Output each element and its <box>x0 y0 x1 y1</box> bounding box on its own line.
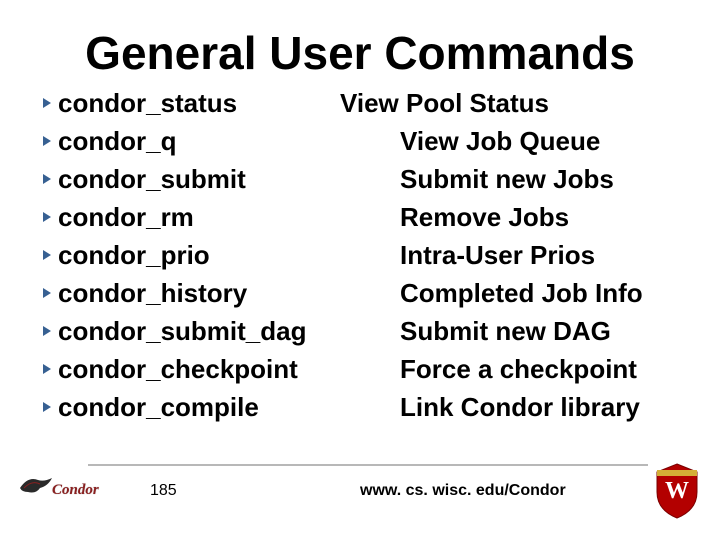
slide: General User Commands condor_status View … <box>0 0 720 540</box>
chevron-right-icon <box>40 134 58 148</box>
list-item: condor_submit Submit new Jobs <box>40 160 680 198</box>
list-item: condor_history Completed Job Info <box>40 274 680 312</box>
condor-logo-text: Condor <box>52 482 99 499</box>
command-description: Force a checkpoint <box>400 354 637 385</box>
svg-text:W: W <box>665 478 689 504</box>
chevron-right-icon <box>40 400 58 414</box>
bird-icon <box>18 474 54 498</box>
command-name: condor_prio <box>58 240 210 271</box>
slide-title: General User Commands <box>0 26 720 80</box>
command-name: condor_compile <box>58 392 259 423</box>
command-description: Link Condor library <box>400 392 640 423</box>
chevron-right-icon <box>40 210 58 224</box>
command-name: condor_submit <box>58 164 246 195</box>
chevron-right-icon <box>40 324 58 338</box>
command-description: Submit new Jobs <box>400 164 614 195</box>
chevron-right-icon <box>40 96 58 110</box>
command-description: Remove Jobs <box>400 202 569 233</box>
footer-url: www. cs. wisc. edu/Condor <box>360 482 566 500</box>
command-description: Completed Job Info <box>400 278 643 309</box>
command-name: condor_submit_dag <box>58 316 306 347</box>
chevron-right-icon <box>40 248 58 262</box>
command-name: condor_checkpoint <box>58 354 298 385</box>
chevron-right-icon <box>40 286 58 300</box>
list-item: condor_rm Remove Jobs <box>40 198 680 236</box>
list-item: condor_status View Pool Status <box>40 84 680 122</box>
command-name: condor_q <box>58 126 176 157</box>
chevron-right-icon <box>40 362 58 376</box>
wisconsin-crest-icon: W <box>652 462 702 520</box>
list-item: condor_compile Link Condor library <box>40 388 680 426</box>
command-name: condor_history <box>58 278 247 309</box>
page-number: 185 <box>150 482 177 500</box>
list-item: condor_prio Intra-User Prios <box>40 236 680 274</box>
list-item: condor_checkpoint Force a checkpoint <box>40 350 680 388</box>
list-item: condor_submit_dag Submit new DAG <box>40 312 680 350</box>
command-name: condor_rm <box>58 202 194 233</box>
command-description: View Pool Status <box>340 88 549 119</box>
command-description: Submit new DAG <box>400 316 611 347</box>
divider <box>88 464 648 466</box>
command-description: View Job Queue <box>400 126 600 157</box>
command-list: condor_status View Pool Status condor_q Vie… <box>40 84 680 426</box>
chevron-right-icon <box>40 172 58 186</box>
list-item: condor_q View Job Queue <box>40 122 680 160</box>
command-name: condor_status <box>58 88 237 119</box>
condor-logo: Condor <box>18 472 104 512</box>
command-description: Intra-User Prios <box>400 240 595 271</box>
